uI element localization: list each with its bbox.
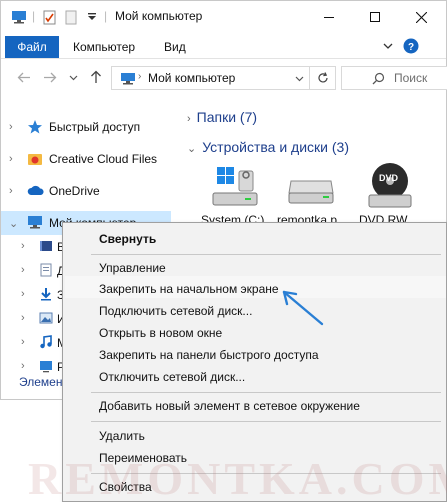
section-chevron-icon[interactable]: ⌄	[187, 143, 196, 155]
expand-chevron-icon[interactable]: ›	[21, 240, 25, 252]
menu-item-manage[interactable]: Управление	[99, 261, 166, 275]
maximize-icon	[370, 12, 380, 22]
sidebar-item-quick-access[interactable]: › Быстрый доступ	[1, 115, 171, 139]
system-drive-icon	[212, 167, 258, 206]
star-icon	[28, 120, 42, 134]
properties-icon[interactable]	[43, 10, 57, 25]
device-dvd-drive[interactable]: DVD DVD RW	[359, 161, 439, 231]
documents-icon	[40, 263, 52, 277]
devices-header-label: Устройства и диски (3)	[202, 139, 349, 155]
address-bar[interactable]: › Мой компьютер	[111, 66, 336, 90]
device-remontka-drive[interactable]: remontka.p	[277, 161, 357, 231]
help-icon[interactable]: ?	[403, 38, 419, 54]
onedrive-icon	[27, 185, 44, 195]
computer-icon	[28, 216, 42, 229]
maximize-button[interactable]	[352, 1, 398, 33]
menu-item-add-network-location[interactable]: Добавить новый элемент в сетевое окружен…	[99, 399, 360, 413]
sidebar-item-creative-cloud[interactable]: › Creative Cloud Files	[1, 147, 171, 171]
address-history-icon[interactable]	[295, 76, 304, 82]
downloads-icon	[41, 288, 51, 301]
separator: |	[32, 9, 36, 23]
expand-chevron-icon[interactable]: ›	[21, 264, 25, 276]
menu-item-map-network-drive[interactable]: Подключить сетевой диск...	[99, 304, 252, 318]
annotation-arrow-icon	[282, 290, 324, 326]
sidebar-item-pictures[interactable]: › И	[1, 307, 71, 331]
recent-locations-icon[interactable]	[69, 75, 78, 81]
tab-view[interactable]: Вид	[164, 40, 186, 54]
menu-separator	[91, 421, 441, 422]
minimize-icon	[324, 17, 334, 18]
creative-cloud-icon	[28, 154, 42, 165]
section-chevron-icon[interactable]: ›	[187, 113, 191, 125]
folders-header-label: Папки (7)	[196, 109, 258, 125]
up-icon[interactable]	[90, 70, 102, 84]
refresh-icon[interactable]	[317, 72, 329, 84]
sidebar-item-music[interactable]: › М	[1, 331, 71, 355]
dvd-icon	[368, 163, 412, 208]
sidebar-item-downloads[interactable]: › З	[1, 283, 71, 307]
sidebar-item-label: OneDrive	[49, 184, 100, 198]
customize-toolbar-icon[interactable]	[87, 13, 97, 21]
close-icon	[415, 11, 427, 23]
expand-chevron-icon[interactable]: ›	[21, 288, 25, 300]
separator: |	[104, 9, 108, 23]
title-bar: | | Мой компьютер	[1, 1, 446, 33]
sidebar-item-onedrive[interactable]: › OneDrive	[1, 179, 171, 203]
status-text: Элемент	[19, 375, 68, 389]
close-button[interactable]	[398, 1, 444, 33]
sidebar-item-label: Быстрый доступ	[49, 120, 141, 134]
folders-section-header[interactable]: › Папки (7)	[187, 109, 257, 125]
computer-icon	[121, 73, 135, 85]
devices-section-header[interactable]: ⌄ Устройства и диски (3)	[187, 139, 349, 155]
pictures-icon	[39, 312, 53, 324]
menu-separator	[91, 392, 441, 393]
menu-separator	[91, 473, 441, 474]
menu-item-rename[interactable]: Переименовать	[99, 451, 187, 465]
forward-icon[interactable]	[43, 72, 57, 83]
device-system-drive[interactable]: System (C:)	[201, 161, 281, 231]
video-icon	[40, 241, 52, 251]
menu-item-collapse[interactable]: Свернуть	[99, 232, 156, 246]
expand-ribbon-icon[interactable]	[383, 43, 393, 50]
address-path: Мой компьютер	[148, 71, 236, 85]
desktop-icon	[40, 361, 52, 373]
dvd-badge: DVD	[379, 173, 399, 183]
expand-chevron-icon[interactable]: ›	[21, 312, 25, 324]
expand-chevron-icon[interactable]: ›	[9, 185, 13, 197]
tab-file[interactable]: Файл	[5, 36, 59, 58]
sidebar-item-documents[interactable]: › Д	[1, 259, 71, 283]
sidebar-item-label: Creative Cloud Files	[49, 152, 158, 166]
expand-chevron-icon[interactable]: ›	[9, 121, 13, 133]
drive-icon	[288, 180, 334, 204]
tab-computer[interactable]: Компьютер	[73, 40, 135, 54]
collapse-chevron-icon[interactable]: ⌄	[9, 217, 18, 230]
expand-chevron-icon[interactable]: ›	[21, 336, 25, 348]
separator	[309, 67, 310, 89]
ribbon: Файл Компьютер Вид ?	[1, 33, 446, 59]
search-icon	[372, 72, 385, 85]
menu-item-pin-to-start[interactable]: Закрепить на начальном экране	[99, 282, 279, 296]
back-icon[interactable]	[17, 72, 31, 83]
window-title: Мой компьютер	[115, 9, 203, 23]
search-input[interactable]: Поиск	[341, 66, 447, 90]
sidebar-item-videos[interactable]: › В	[1, 235, 71, 259]
music-icon	[40, 335, 52, 349]
navigation-bar: › Мой компьютер Поиск	[1, 59, 447, 95]
menu-item-open-new-window[interactable]: Открыть в новом окне	[99, 326, 222, 340]
breadcrumb-chevron-icon: ›	[138, 71, 142, 82]
expand-chevron-icon[interactable]: ›	[9, 153, 13, 165]
search-placeholder: Поиск	[394, 71, 428, 85]
menu-item-properties[interactable]: Свойства	[99, 480, 152, 494]
new-folder-icon[interactable]	[65, 10, 77, 25]
menu-item-delete[interactable]: Удалить	[99, 429, 145, 443]
menu-item-disconnect-network-drive[interactable]: Отключить сетевой диск...	[99, 370, 245, 384]
menu-item-pin-quick-access[interactable]: Закрепить на панели быстрого доступа	[99, 348, 319, 362]
expand-chevron-icon[interactable]: ›	[21, 360, 25, 372]
minimize-button[interactable]	[306, 1, 352, 33]
menu-separator	[91, 254, 441, 255]
svg-text:?: ?	[408, 42, 414, 53]
context-menu: Свернуть Управление Закрепить на начальн…	[62, 222, 447, 502]
computer-icon	[12, 11, 26, 24]
